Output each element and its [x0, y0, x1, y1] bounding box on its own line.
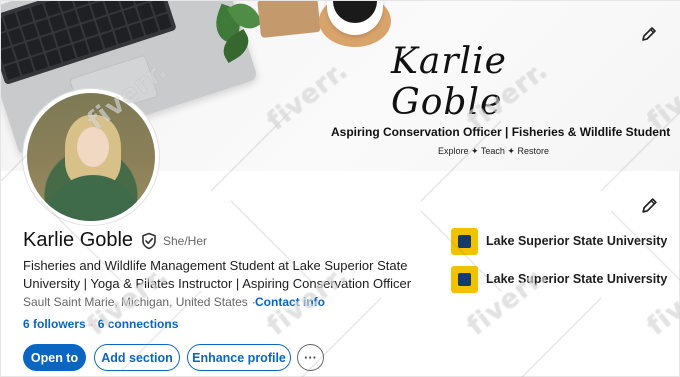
- banner-subtagline: Explore ✦ Teach ✦ Restore: [438, 146, 549, 156]
- org-item[interactable]: Lake Superior State University: [451, 265, 668, 293]
- coffee-cup-image: [319, 1, 391, 47]
- profile-headline: Fisheries and Wildlife Management Studen…: [23, 258, 412, 291]
- university-logo-icon: [451, 227, 478, 255]
- org-item[interactable]: Lake Superior State University: [451, 227, 668, 255]
- profile-name: Karlie Goble: [23, 229, 134, 251]
- edit-profile-button[interactable]: [638, 194, 660, 216]
- profile-location: Sault Saint Marie, Michigan, United Stat…: [23, 295, 256, 309]
- edit-banner-button[interactable]: [638, 23, 660, 45]
- org-label: Lake Superior State University: [486, 272, 668, 286]
- connections-link[interactable]: 6 connections: [98, 317, 179, 331]
- ellipsis-icon: ···: [304, 350, 317, 365]
- pencil-icon: [642, 27, 656, 41]
- add-section-button[interactable]: Add section: [94, 344, 180, 371]
- org-label: Lake Superior State University: [486, 234, 668, 248]
- open-to-button[interactable]: Open to: [23, 344, 86, 371]
- profile-network: 6 followers · 6 connections: [23, 317, 179, 331]
- notepad-image: [257, 1, 321, 39]
- profile-photo[interactable]: [23, 89, 159, 225]
- profile-card: Karlie Goble Aspiring Conservation Offic…: [0, 0, 680, 377]
- more-actions-button[interactable]: ···: [297, 344, 324, 371]
- banner-tagline: Aspiring Conservation Officer | Fisherie…: [331, 125, 671, 139]
- enhance-profile-button[interactable]: Enhance profile: [187, 344, 291, 371]
- contact-info-link[interactable]: Contact info: [255, 295, 325, 309]
- banner-signature: Karlie Goble: [391, 41, 507, 123]
- location-text: Sault Saint Marie, Michigan, United Stat…: [23, 295, 248, 309]
- profile-pronouns: She/Her: [163, 234, 208, 248]
- shield-check-icon[interactable]: [140, 232, 158, 250]
- pencil-icon: [641, 197, 657, 213]
- university-logo-icon: [451, 265, 478, 293]
- followers-link[interactable]: 6 followers: [23, 317, 86, 331]
